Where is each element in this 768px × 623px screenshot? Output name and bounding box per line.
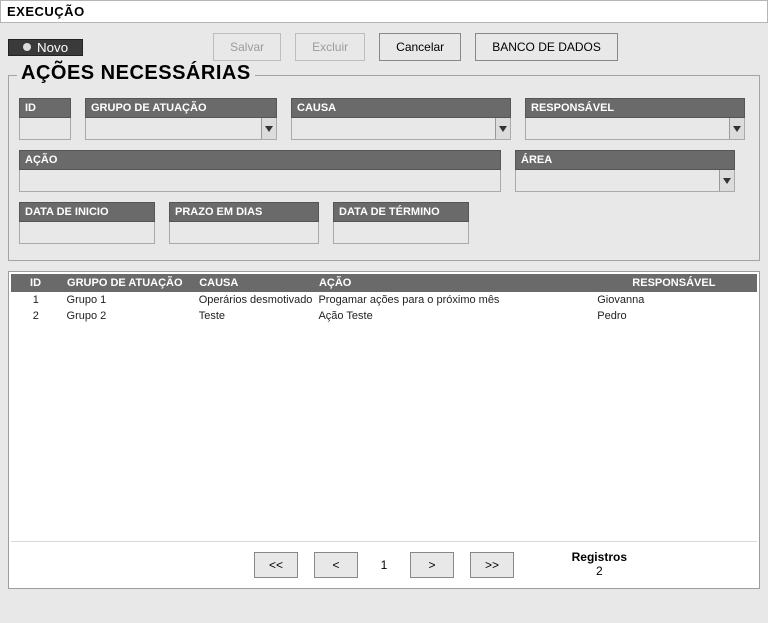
table-header-row: ID GRUPO DE ATUAÇÃO CAUSA AÇÃO RESPONSÁV… (11, 274, 757, 292)
label-id: ID (19, 98, 71, 118)
cell-causa: Operários desmotivado (193, 292, 313, 308)
cancelar-button[interactable]: Cancelar (379, 33, 461, 61)
field-id: ID (19, 98, 71, 140)
field-area: ÁREA (515, 150, 735, 192)
cell-acao: Progamar ações para o próximo mês (312, 292, 591, 308)
cell-causa: Teste (193, 308, 313, 324)
field-prazo-dias: PRAZO EM DIAS (169, 202, 319, 244)
label-data-termino: DATA DE TÉRMINO (333, 202, 469, 222)
cell-grupo: Grupo 2 (61, 308, 193, 324)
input-acao[interactable] (20, 170, 500, 191)
pager-page-number: 1 (374, 558, 394, 572)
table-row[interactable]: 1Grupo 1Operários desmotivadoProgamar aç… (11, 292, 757, 308)
section-acoes-necessarias: AÇÕES NECESSÁRIAS ID GRUPO DE ATUAÇÃO CA… (8, 75, 760, 261)
label-grupo-atuacao: GRUPO DE ATUAÇÃO (85, 98, 277, 118)
input-data-inicio[interactable] (20, 222, 154, 243)
cell-grupo: Grupo 1 (61, 292, 193, 308)
cell-responsavel: Pedro (591, 308, 756, 324)
col-grupo[interactable]: GRUPO DE ATUAÇÃO (61, 274, 193, 292)
input-id[interactable] (20, 118, 70, 139)
field-data-termino: DATA DE TÉRMINO (333, 202, 469, 244)
cell-id: 1 (11, 292, 61, 308)
pager: << < 1 > >> Registros 2 (11, 541, 757, 586)
col-id[interactable]: ID (11, 274, 61, 292)
pager-last-button[interactable]: >> (470, 552, 514, 578)
novo-button[interactable]: Novo (8, 39, 83, 56)
cell-acao: Ação Teste (312, 308, 591, 324)
field-acao: AÇÃO (19, 150, 501, 192)
data-table: ID GRUPO DE ATUAÇÃO CAUSA AÇÃO RESPONSÁV… (11, 274, 757, 324)
salvar-button[interactable]: Salvar (213, 33, 281, 61)
data-list-panel: ID GRUPO DE ATUAÇÃO CAUSA AÇÃO RESPONSÁV… (8, 271, 760, 589)
novo-label: Novo (37, 40, 68, 55)
field-causa: CAUSA (291, 98, 511, 140)
excluir-button[interactable]: Excluir (295, 33, 365, 61)
input-responsavel[interactable] (526, 118, 729, 139)
label-causa: CAUSA (291, 98, 511, 118)
pager-records-count: 2 (572, 564, 627, 578)
pager-prev-button[interactable]: < (314, 552, 358, 578)
field-grupo-atuacao: GRUPO DE ATUAÇÃO (85, 98, 277, 140)
label-acao: AÇÃO (19, 150, 501, 170)
input-data-termino[interactable] (334, 222, 468, 243)
dropdown-causa[interactable] (495, 118, 510, 139)
pager-records-label: Registros (572, 550, 627, 564)
table-row[interactable]: 2Grupo 2TesteAção TestePedro (11, 308, 757, 324)
input-causa[interactable] (292, 118, 495, 139)
field-responsavel: RESPONSÁVEL (525, 98, 745, 140)
window-title-text: EXECUÇÃO (7, 4, 85, 19)
pager-first-button[interactable]: << (254, 552, 298, 578)
pager-next-button[interactable]: > (410, 552, 454, 578)
cell-responsavel: Giovanna (591, 292, 756, 308)
pager-records: Registros 2 (572, 550, 627, 578)
banco-dados-button[interactable]: BANCO DE DADOS (475, 33, 618, 61)
data-grid[interactable]: ID GRUPO DE ATUAÇÃO CAUSA AÇÃO RESPONSÁV… (11, 274, 757, 541)
field-data-inicio: DATA DE INICIO (19, 202, 155, 244)
label-prazo-dias: PRAZO EM DIAS (169, 202, 319, 222)
col-causa[interactable]: CAUSA (193, 274, 313, 292)
label-data-inicio: DATA DE INICIO (19, 202, 155, 222)
input-prazo-dias[interactable] (170, 222, 318, 243)
novo-icon (23, 43, 31, 51)
dropdown-responsavel[interactable] (729, 118, 744, 139)
window-title: EXECUÇÃO (0, 0, 768, 23)
dropdown-area[interactable] (719, 170, 734, 191)
label-area: ÁREA (515, 150, 735, 170)
section-title: AÇÕES NECESSÁRIAS (17, 62, 255, 85)
col-acao[interactable]: AÇÃO (312, 274, 591, 292)
input-grupo-atuacao[interactable] (86, 118, 261, 139)
input-area[interactable] (516, 170, 719, 191)
dropdown-grupo-atuacao[interactable] (261, 118, 276, 139)
col-responsavel[interactable]: RESPONSÁVEL (591, 274, 756, 292)
label-responsavel: RESPONSÁVEL (525, 98, 745, 118)
cell-id: 2 (11, 308, 61, 324)
